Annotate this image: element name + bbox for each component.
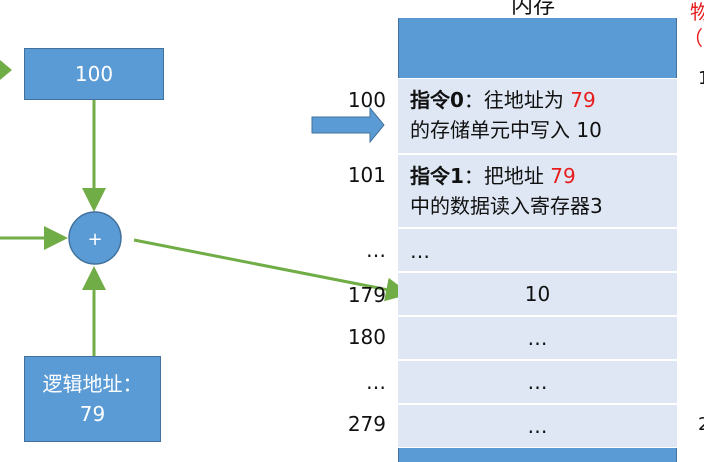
address-label: 180 bbox=[347, 325, 386, 349]
instruction-text: 往地址为 bbox=[483, 88, 564, 112]
address-label: 100 bbox=[347, 88, 386, 112]
instruction-text-cont: 的存储单元中写入 10 bbox=[410, 118, 602, 142]
memory-title: 内存 bbox=[511, 0, 556, 19]
instruction-label: 指令1 bbox=[410, 164, 464, 188]
side-mark-1: 1 bbox=[698, 68, 704, 89]
instruction-text: 把地址 bbox=[483, 164, 544, 188]
side-mark-2: 2 bbox=[698, 414, 704, 435]
address-label: … bbox=[366, 370, 386, 394]
base-register-box: 100 bbox=[24, 48, 164, 100]
adder-symbol: + bbox=[87, 229, 102, 250]
instruction-text-cont: 中的数据读入寄存器3 bbox=[410, 194, 603, 218]
address-label: 101 bbox=[347, 163, 386, 187]
address-label: 279 bbox=[347, 412, 386, 436]
memory-cell-279: … bbox=[398, 404, 677, 448]
instruction-colon: ： bbox=[463, 164, 484, 188]
memory-cell-180: … bbox=[398, 316, 677, 360]
logical-address-box: 逻辑地址： 79 bbox=[24, 356, 161, 442]
cell-value: … bbox=[527, 370, 548, 394]
instruction-colon: ： bbox=[463, 88, 484, 112]
memory-cell-ellipsis: … bbox=[398, 360, 677, 404]
partial-triangle-arrow bbox=[0, 60, 12, 80]
memory-cell-101: 指令1：把地址 79 中的数据读入寄存器3 bbox=[398, 154, 677, 228]
logical-address-label: 逻辑地址： bbox=[42, 372, 143, 396]
memory-cell-100: 指令0：往地址为 79 的存储单元中写入 10 bbox=[398, 78, 677, 154]
cell-value: … bbox=[527, 414, 548, 438]
side-text-partial-2: （纟 bbox=[683, 26, 704, 50]
memory-cell-ellipsis: … bbox=[398, 228, 677, 272]
cell-value: 10 bbox=[524, 282, 551, 306]
logical-address-value: 79 bbox=[79, 402, 106, 426]
address-label: 179 bbox=[347, 283, 386, 307]
cell-value: … bbox=[410, 239, 430, 263]
cell-value: … bbox=[527, 326, 548, 350]
instruction-label: 指令0 bbox=[410, 88, 464, 112]
address-label: … bbox=[366, 238, 386, 262]
current-instruction-arrow bbox=[311, 106, 385, 144]
address-highlight: 79 bbox=[550, 164, 576, 188]
memory-cell-179: 10 bbox=[398, 272, 677, 316]
address-highlight: 79 bbox=[570, 88, 596, 112]
base-register-value: 100 bbox=[74, 62, 114, 86]
